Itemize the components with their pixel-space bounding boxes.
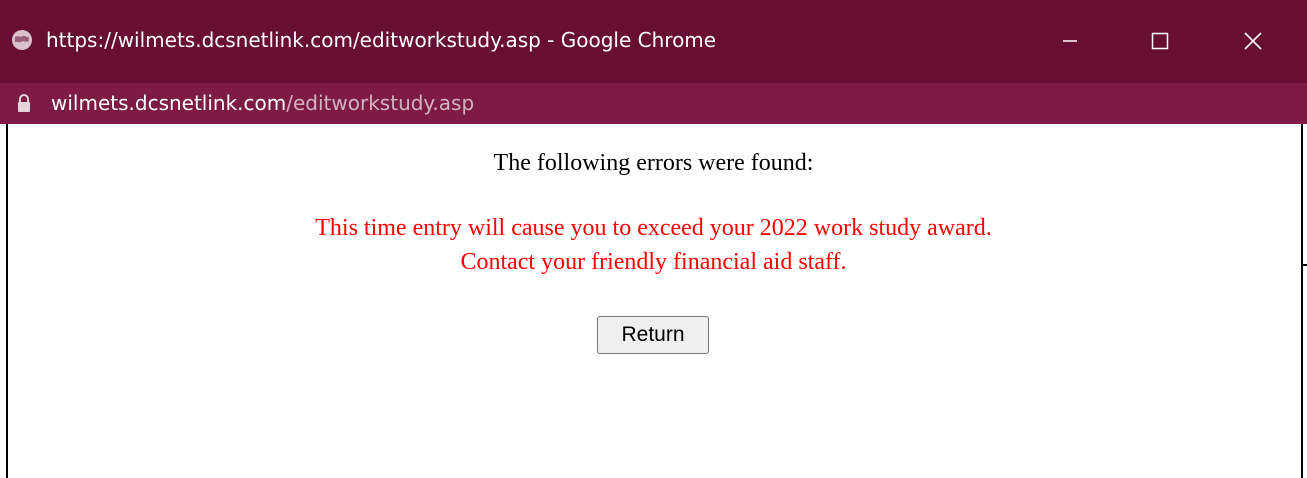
error-heading: The following errors were found:	[493, 150, 814, 176]
lock-icon	[18, 94, 30, 112]
maximize-button[interactable]	[1130, 18, 1190, 64]
maximize-icon	[1151, 32, 1169, 50]
error-message: This time entry will cause you to exceed…	[0, 211, 1307, 279]
url-text[interactable]: wilmets.dcsnetlink.com/editworkstudy.asp	[51, 89, 474, 117]
close-button[interactable]	[1223, 18, 1283, 64]
browser-popup-window: https://wilmets.dcsnetlink.com/editworks…	[0, 0, 1307, 478]
window-title: https://wilmets.dcsnetlink.com/editworks…	[46, 28, 717, 52]
globe-icon	[12, 30, 32, 50]
error-line-1: This time entry will cause you to exceed…	[315, 215, 992, 241]
close-icon	[1244, 32, 1262, 50]
title-bar[interactable]: https://wilmets.dcsnetlink.com/editworks…	[0, 0, 1307, 83]
url-host: wilmets.dcsnetlink.com	[51, 91, 287, 115]
address-bar[interactable]: wilmets.dcsnetlink.com/editworkstudy.asp	[0, 83, 1307, 124]
url-path: /editworkstudy.asp	[286, 91, 475, 115]
minimize-button[interactable]	[1040, 18, 1100, 64]
minimize-icon	[1063, 40, 1077, 42]
error-line-2: Contact your friendly financial aid staf…	[460, 249, 847, 275]
return-button[interactable]: Return	[597, 316, 709, 354]
